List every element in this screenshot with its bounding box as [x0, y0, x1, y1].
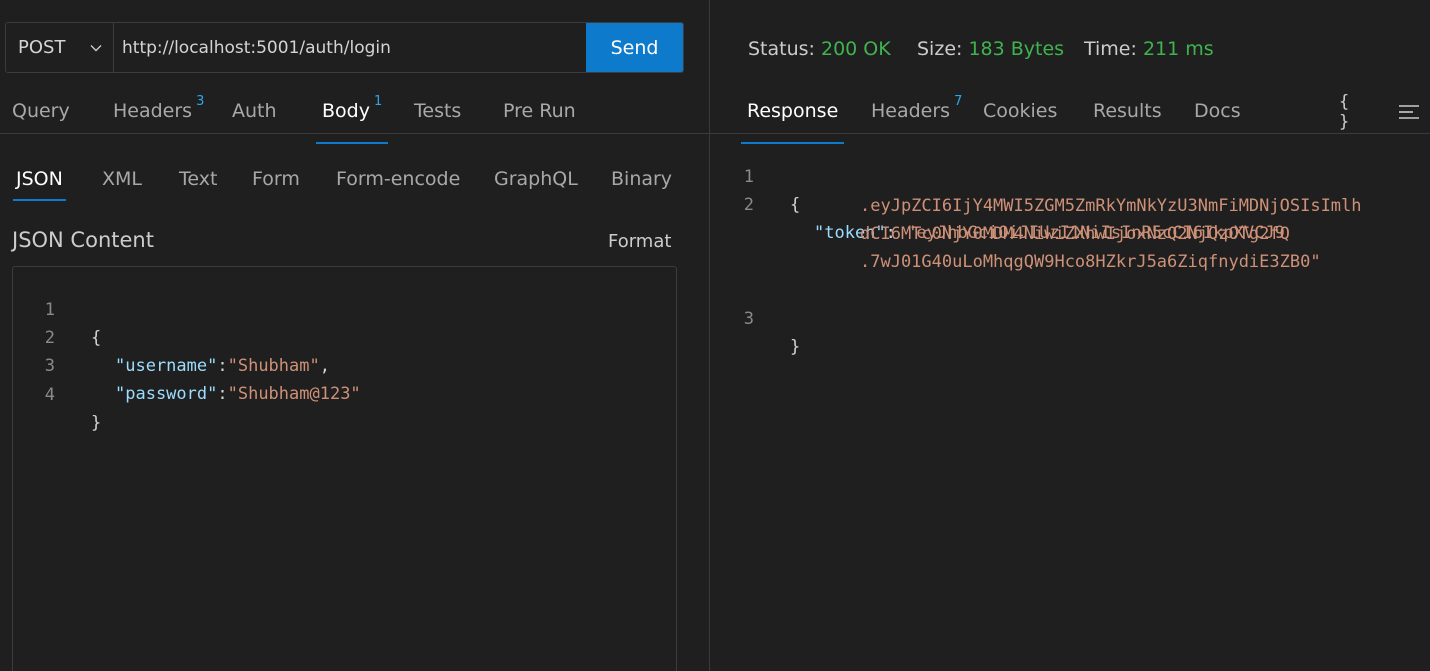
json-colon: : [217, 384, 228, 404]
tab-label: GraphQL [494, 168, 578, 190]
body-count-badge: 1 [373, 94, 383, 109]
request-pane: POST Send Query Headers 3 Auth Body 1 Te… [0, 0, 709, 671]
tab-label: Form [252, 168, 300, 190]
tab-label: Results [1093, 100, 1162, 122]
status-label: Status: [748, 38, 815, 60]
time-info: Time: 211 ms [1084, 38, 1214, 60]
code-line: 1 { [13, 268, 676, 348]
tab-body[interactable]: Body 1 [316, 94, 389, 144]
tab-label: Query [12, 100, 70, 122]
code-line: 3 "password":"Shubham@123" [13, 324, 676, 404]
tab-label: XML [102, 168, 142, 190]
tab-binary[interactable]: Binary [611, 168, 672, 190]
tab-form[interactable]: Form [252, 168, 300, 190]
code-line: 2 "token": "eyJhbGciOiJIUzI1NiIsInR5cCI6… [710, 163, 1430, 243]
url-input[interactable] [114, 23, 586, 72]
open-brace: { [790, 195, 801, 215]
method-label: POST [18, 37, 66, 58]
tab-label: Auth [232, 100, 277, 122]
tab-label: Form-encode [336, 168, 461, 190]
tabs-divider [710, 133, 1430, 134]
code-line: 4 } [13, 353, 676, 433]
headers-count-badge: 7 [954, 94, 963, 109]
tab-headers[interactable]: Headers 3 [113, 94, 204, 144]
response-pane: Status: 200 OK Size: 183 Bytes Time: 211… [710, 0, 1430, 671]
menu-lines-icon[interactable] [1395, 98, 1423, 126]
tab-query[interactable]: Query [12, 100, 70, 144]
method-select[interactable]: POST [6, 23, 114, 72]
close-brace: } [790, 337, 801, 357]
tab-label: Headers [113, 100, 193, 122]
code-line: 2 "username":"Shubham", [13, 296, 676, 376]
tab-label: Response [747, 100, 839, 122]
tab-graphql[interactable]: GraphQL [494, 168, 578, 190]
chevron-down-icon [90, 44, 102, 51]
tab-label: Headers [871, 100, 951, 122]
tabs-divider [0, 133, 709, 134]
tab-label: Pre Run [503, 100, 576, 122]
tab-form-encode[interactable]: Form-encode [336, 168, 460, 190]
line-number: 2 [743, 195, 754, 215]
request-bar: POST Send [5, 22, 684, 73]
json-content-title: JSON Content [12, 228, 154, 252]
json-key: "password" [115, 384, 218, 404]
size-label: Size: [917, 38, 963, 60]
tab-auth[interactable]: Auth [232, 100, 277, 144]
braces-icon[interactable]: { } [1339, 92, 1367, 132]
size-info: Size: 183 Bytes [917, 38, 1064, 60]
tab-label: JSON [16, 168, 63, 190]
tab-xml[interactable]: XML [102, 168, 142, 190]
headers-count-badge: 3 [196, 94, 205, 109]
send-button[interactable]: Send [586, 23, 683, 72]
tab-label: Body [322, 100, 370, 122]
code-line: 3 } [710, 277, 1430, 357]
tab-label: Docs [1194, 100, 1241, 122]
status-value: 200 OK [821, 38, 891, 60]
menu-lines-glyph [1399, 105, 1419, 119]
close-brace: } [91, 413, 102, 433]
status-info: Status: 200 OK [748, 38, 891, 60]
json-value: "Shubham@123" [227, 384, 361, 404]
tab-label: Text [179, 168, 218, 190]
tab-tests[interactable]: Tests [414, 100, 461, 144]
line-number: 3 [743, 309, 754, 329]
token-value-line: dCI6MTc0NjY0MDM4NiwiZXhwIjoxNzQ2NjQzOTg2… [860, 224, 1290, 244]
time-value: 211 ms [1142, 38, 1214, 60]
active-tab-indicator [316, 142, 389, 144]
tab-label: Tests [414, 100, 462, 122]
token-value-line: .7wJ01G40uLoMhqgQW9Hco8HZkrJ5a6ZiqfnydiE… [860, 252, 1321, 272]
tab-json[interactable]: JSON [13, 168, 66, 201]
tab-label: Cookies [983, 100, 1058, 122]
json-entry: "password":"Shubham@123" [115, 380, 361, 408]
active-tab-indicator [13, 199, 66, 201]
line-number: 4 [44, 385, 55, 405]
tab-label: Binary [611, 168, 673, 190]
token-value-line: .eyJpZCI6IjY4MWI5ZGM5ZmRkYmNkYzU3NmFiMDN… [860, 196, 1362, 216]
format-button[interactable]: Format [608, 231, 671, 252]
json-body-editor[interactable]: 1 { 2 "username":"Shubham", 3 "password"… [12, 266, 677, 671]
tab-text[interactable]: Text [179, 168, 217, 190]
time-label: Time: [1084, 38, 1137, 60]
size-value: 183 Bytes [968, 38, 1065, 60]
code-line: 1 { [710, 135, 1430, 215]
tab-pre-run[interactable]: Pre Run [503, 100, 576, 144]
